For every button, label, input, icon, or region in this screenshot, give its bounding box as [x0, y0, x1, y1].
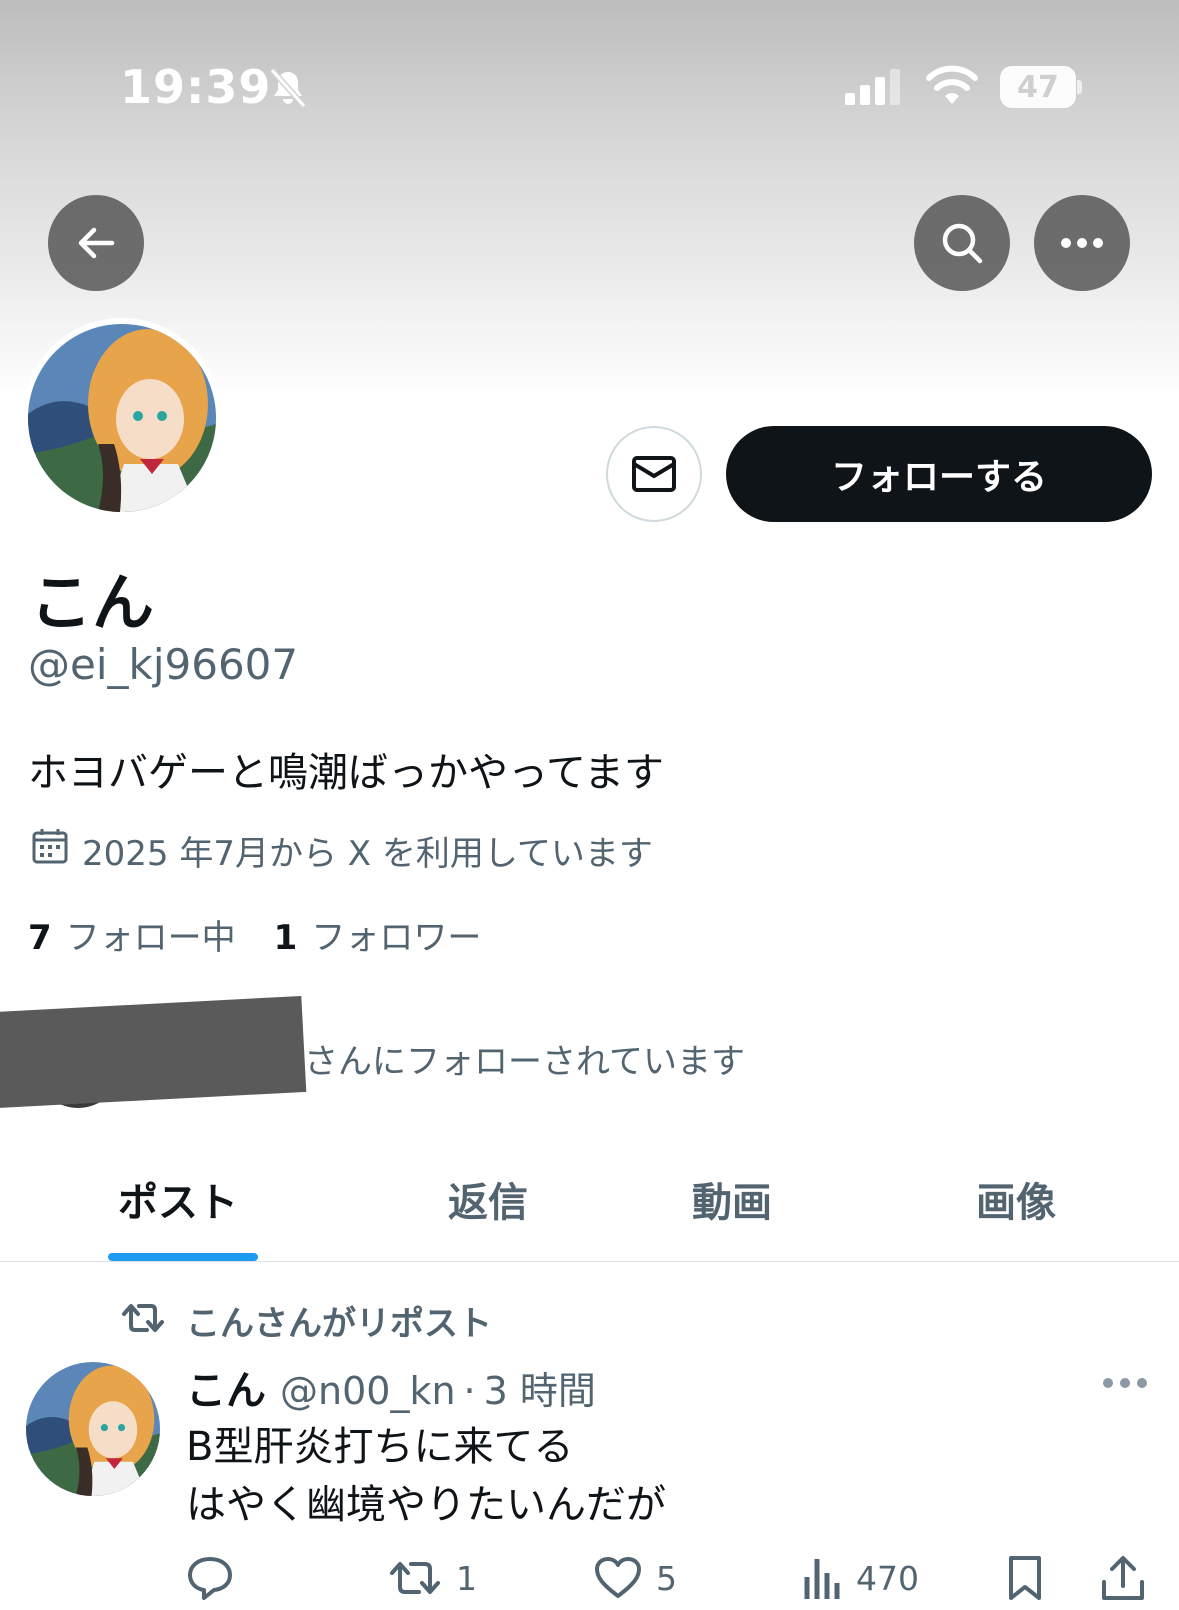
post-line: はやく幽境やりたいんだが	[186, 1482, 666, 1528]
followers-count: 1	[273, 918, 298, 958]
post-line: B型肝炎打ちに来てる	[186, 1424, 574, 1470]
repost-icon	[122, 1304, 164, 1332]
views-button[interactable]: 470	[802, 1552, 919, 1604]
cellular-signal-icon	[845, 69, 900, 105]
tab-replies[interactable]: 返信	[448, 1170, 528, 1228]
tab-images[interactable]: 画像	[976, 1170, 1056, 1228]
reply-button[interactable]	[186, 1552, 248, 1604]
follow-stats: 7 フォロー中 1 フォロワー	[28, 910, 481, 959]
tab-posts[interactable]: ポスト	[118, 1170, 238, 1228]
envelope-icon	[632, 456, 676, 492]
follow-button[interactable]: フォローする	[726, 426, 1152, 522]
bell-slash-icon	[269, 68, 307, 108]
followed-by-text[interactable]: さんにフォローされています	[304, 1034, 745, 1083]
bookmark-button[interactable]	[1006, 1552, 1058, 1604]
following-count: 7	[28, 918, 52, 958]
battery-tip	[1077, 80, 1082, 94]
ellipsis-icon	[1061, 238, 1103, 248]
followers-link[interactable]: 1 フォロワー	[274, 910, 482, 959]
arrow-left-icon	[78, 227, 115, 259]
retweet-icon	[390, 1562, 440, 1594]
tab-videos[interactable]: 動画	[692, 1170, 772, 1228]
profile-handle: @ei_kj96607	[28, 640, 299, 689]
redaction-block	[0, 995, 307, 1109]
search-icon	[942, 223, 983, 264]
followers-label: フォロワー	[311, 918, 482, 958]
calendar-icon	[32, 829, 68, 864]
like-count: 5	[656, 1558, 677, 1598]
like-button[interactable]: 5	[594, 1552, 677, 1604]
share-button[interactable]	[1100, 1552, 1160, 1604]
message-button[interactable]	[606, 426, 702, 522]
profile-display-name: こん	[30, 566, 155, 639]
post-more-icon[interactable]	[1100, 1368, 1150, 1398]
active-tab-indicator	[108, 1253, 258, 1261]
heart-icon	[595, 1557, 641, 1598]
more-options-button[interactable]	[1034, 195, 1130, 291]
profile-tabs: ポスト 返信 動画 画像	[0, 1138, 1179, 1262]
post-separator: ·	[463, 1369, 476, 1413]
profile-bio: ホヨバゲーと鳴潮ばっかやってます	[28, 750, 664, 796]
avatar-image	[28, 324, 216, 512]
status-time: 19:39	[120, 60, 272, 114]
bookmark-icon	[1009, 1556, 1041, 1600]
following-label: フォロー中	[65, 918, 236, 958]
post-header: こん @n00_kn · 3 時間	[186, 1358, 596, 1416]
search-button[interactable]	[914, 195, 1010, 291]
view-count: 470	[856, 1558, 919, 1598]
battery-indicator: 47	[1000, 66, 1082, 108]
back-button[interactable]	[48, 195, 144, 291]
reply-icon	[188, 1557, 232, 1600]
retweet-count: 1	[456, 1558, 477, 1598]
share-icon	[1102, 1556, 1144, 1600]
following-link[interactable]: 7 フォロー中	[28, 910, 236, 959]
retweet-button[interactable]: 1	[388, 1552, 477, 1604]
post-author-handle[interactable]: @n00_kn	[280, 1369, 456, 1413]
post-timestamp[interactable]: 3 時間	[484, 1360, 596, 1415]
battery-level: 47	[1000, 66, 1076, 108]
post-author-name[interactable]: こん	[186, 1358, 266, 1416]
wifi-icon	[926, 65, 978, 104]
post-body: B型肝炎打ちに来てる はやく幽境やりたいんだが	[186, 1418, 666, 1534]
joined-date: 2025 年7月から X を利用しています	[82, 834, 653, 874]
post-author-avatar[interactable]	[26, 1362, 160, 1496]
repost-label[interactable]: こんさんがリポスト	[186, 1296, 492, 1345]
profile-avatar[interactable]	[22, 318, 222, 518]
analytics-icon	[804, 1559, 840, 1599]
